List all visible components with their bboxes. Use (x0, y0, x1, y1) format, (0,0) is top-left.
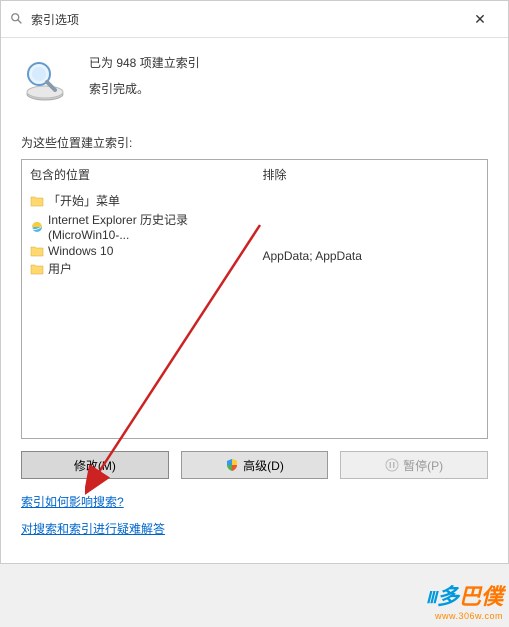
watermark-text-blue: 多 (437, 584, 459, 609)
advanced-button[interactable]: 高级(D) (181, 451, 329, 479)
list-item-label: Internet Explorer 历史记录 (MicroWin10-... (48, 211, 247, 242)
folder-icon (30, 262, 44, 276)
status-indexed-count: 已为 948 项建立索引 (89, 50, 200, 76)
list-item[interactable]: Internet Explorer 历史记录 (MicroWin10-... (30, 210, 247, 243)
list-item[interactable]: Windows 10 (30, 243, 247, 259)
locations-list: 包含的位置 「开始」菜单 Internet Explorer 历史记录 (Mic… (21, 159, 488, 439)
list-item[interactable]: 用户 (30, 259, 247, 278)
list-item-label: 用户 (48, 260, 72, 277)
locations-label: 为这些位置建立索引: (21, 134, 488, 151)
close-button[interactable]: ✕ (460, 7, 500, 31)
folder-icon (30, 244, 44, 258)
titlebar: 索引选项 ✕ (1, 1, 508, 38)
watermark-url: www.306w.com (426, 611, 503, 621)
dialog-window: 索引选项 ✕ 已为 948 项建立索引 索引完成。 为这些位置建立索引: (0, 0, 509, 564)
content-area: 已为 948 项建立索引 索引完成。 为这些位置建立索引: 包含的位置 「开始」… (1, 38, 508, 563)
included-column: 包含的位置 「开始」菜单 Internet Explorer 历史记录 (Mic… (22, 160, 255, 438)
button-row: 修改(M) 高级(D) 暂停(P) (21, 451, 488, 479)
pause-icon (385, 458, 399, 472)
pause-button: 暂停(P) (340, 451, 488, 479)
ie-icon (30, 220, 44, 234)
status-row: 已为 948 项建立索引 索引完成。 (21, 50, 488, 104)
excluded-value: AppData; AppData (263, 191, 480, 263)
modify-button[interactable]: 修改(M) (21, 451, 169, 479)
list-item-label: Windows 10 (48, 244, 113, 258)
help-links: 索引如何影响搜索? 对搜索和索引进行疑难解答 (21, 493, 488, 537)
list-item[interactable]: 「开始」菜单 (30, 191, 247, 210)
watermark: Ⅲ多巴僕 www.306w.com (426, 579, 503, 621)
folder-icon (30, 194, 44, 208)
indexing-options-icon (9, 11, 25, 27)
link-troubleshoot[interactable]: 对搜索和索引进行疑难解答 (21, 520, 488, 537)
pause-label: 暂停(P) (403, 457, 443, 474)
link-how-affects-search[interactable]: 索引如何影响搜索? (21, 493, 488, 510)
list-item-label: 「开始」菜单 (48, 192, 120, 209)
status-complete: 索引完成。 (89, 76, 200, 102)
advanced-label: 高级(D) (243, 457, 284, 474)
watermark-text-orange: 巴僕 (459, 584, 503, 609)
excluded-header: 排除 (263, 166, 480, 187)
included-header: 包含的位置 (30, 166, 247, 187)
magnifier-icon (21, 56, 69, 104)
window-title: 索引选项 (31, 11, 460, 28)
status-text: 已为 948 项建立索引 索引完成。 (89, 50, 200, 103)
shield-icon (225, 458, 239, 472)
excluded-column: 排除 AppData; AppData (255, 160, 488, 438)
